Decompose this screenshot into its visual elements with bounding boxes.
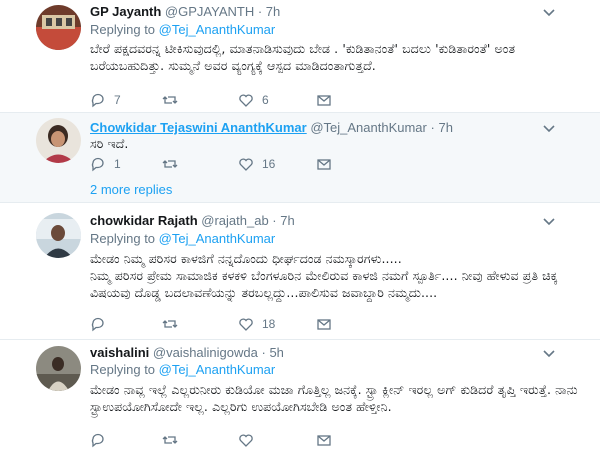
tweet-actions [90,432,350,450]
retweet-button[interactable] [162,432,186,448]
chevron-down-icon[interactable] [542,347,556,361]
separator-dot: · [261,345,266,360]
reply-icon [91,157,104,172]
separator-dot: · [257,4,263,19]
author-handle[interactable]: @Tej_AnanthKumar [310,120,427,135]
direct-message-button[interactable] [316,156,332,172]
author-name[interactable]: GP Jayanth [90,4,161,19]
mention-link[interactable]: @Tej_AnanthKumar [159,231,276,246]
avatar[interactable] [36,118,81,163]
author-handle[interactable]: @GPJAYANTH [165,4,254,19]
replying-label: Replying to [90,231,156,246]
direct-message-button[interactable] [316,92,332,108]
reply-icon [91,317,104,332]
chevron-down-icon[interactable] [542,6,556,20]
chevron-down-icon[interactable] [542,122,556,136]
tweet-text: ಸರಿ ಇದೆ. [90,136,129,151]
avatar[interactable] [36,5,81,50]
reply-button[interactable] [90,316,114,332]
author-name[interactable]: chowkidar Rajath [90,213,198,228]
tweet-text: ಮೇಡಂ ನಾವ್ಲ ಇಲ್ಲೆ ಎಲ್ಲರುನೀರು ಕುಡಿಯೋ ಮಜಾ ಗ… [90,382,578,414]
tweet-header: Chowkidar Tejaswini AnanthKumar @Tej_Ana… [90,120,453,135]
tweet-actions: 1 16 [90,156,350,174]
avatar[interactable] [36,346,81,391]
reply-button[interactable]: 7 [90,92,121,108]
mention-link[interactable]: @Tej_AnanthKumar [159,362,276,377]
direct-message-button[interactable] [316,316,332,332]
author-handle[interactable]: @vaishalinigowda [153,345,258,360]
envelope-icon [317,159,331,170]
reply-count: 7 [114,93,121,107]
retweet-icon [162,436,178,444]
avatar[interactable] [36,213,81,258]
tweet-text: ಮೇಡಂ ನಿಮ್ಮ ಪರಿಸರ ಕಾಳಜಿಗೆ ನನ್ನದೊಂದು ಧೀರ್ಘ… [90,251,558,300]
tweet-header: vaishalini @vaishalinigowda · 5h [90,345,284,360]
tweet-header: chowkidar Rajath @rajath_ab · 7h [90,213,295,228]
heart-icon [239,434,253,447]
author-name[interactable]: vaishalini [90,345,149,360]
like-count: 18 [262,317,276,331]
retweet-button[interactable] [162,92,186,108]
separator-dot: · [430,120,435,135]
tweet[interactable]: chowkidar Rajath @rajath_ab · 7h Replyin… [0,203,600,340]
retweet-button[interactable] [162,156,186,172]
like-button[interactable]: 18 [238,316,275,332]
tweet-text: ಬೇರೆ ಪಕ್ಷದವರನ್ನ ಟೀಕಿಸುವುದಲ್ಲಿ, ಮಾತನಾಡಿಸು… [90,41,516,73]
replying-to: Replying to @Tej_AnanthKumar [90,22,275,37]
envelope-icon [317,435,331,446]
tweet[interactable]: Chowkidar Tejaswini AnanthKumar @Tej_Ana… [0,113,600,203]
tweet[interactable]: vaishalini @vaishalinigowda · 5h Replyin… [0,340,600,450]
envelope-icon [317,95,331,106]
timestamp[interactable]: 7h [438,120,452,135]
like-count: 16 [262,157,276,171]
direct-message-button[interactable] [316,432,332,448]
timestamp[interactable]: 7h [280,213,294,228]
replying-label: Replying to [90,22,156,37]
tweet[interactable]: GP Jayanth @GPJAYANTH · 7h Replying to @… [0,0,600,113]
reply-button[interactable]: 1 [90,156,121,172]
like-button[interactable]: 6 [238,92,269,108]
reply-button[interactable] [90,432,114,448]
like-count: 6 [262,93,269,107]
retweet-icon [162,160,178,168]
retweet-button[interactable] [162,316,186,332]
like-button[interactable]: 16 [238,156,275,172]
reply-icon [91,93,104,108]
separator-dot: · [272,213,277,228]
replying-label: Replying to [90,362,156,377]
reply-icon [91,433,104,448]
heart-icon [239,158,253,171]
timestamp[interactable]: 5h [269,345,283,360]
chevron-down-icon[interactable] [542,215,556,229]
heart-icon [239,94,253,107]
retweet-icon [162,320,178,328]
replying-to: Replying to @Tej_AnanthKumar [90,231,275,246]
replying-to: Replying to @Tej_AnanthKumar [90,362,275,377]
reply-count: 1 [114,157,121,171]
heart-icon [239,318,253,331]
tweet-actions: 7 6 [90,92,350,110]
like-button[interactable] [238,432,262,448]
tweet-actions: 18 [90,316,350,334]
mention-link[interactable]: @Tej_AnanthKumar [159,22,276,37]
author-name[interactable]: Chowkidar Tejaswini AnanthKumar [90,120,307,135]
author-handle[interactable]: @rajath_ab [201,213,268,228]
retweet-icon [162,96,178,104]
tweet-header: GP Jayanth @GPJAYANTH · 7h [90,4,280,19]
envelope-icon [317,319,331,330]
more-replies-link[interactable]: 2 more replies [90,182,172,197]
timestamp[interactable]: 7h [266,4,280,19]
